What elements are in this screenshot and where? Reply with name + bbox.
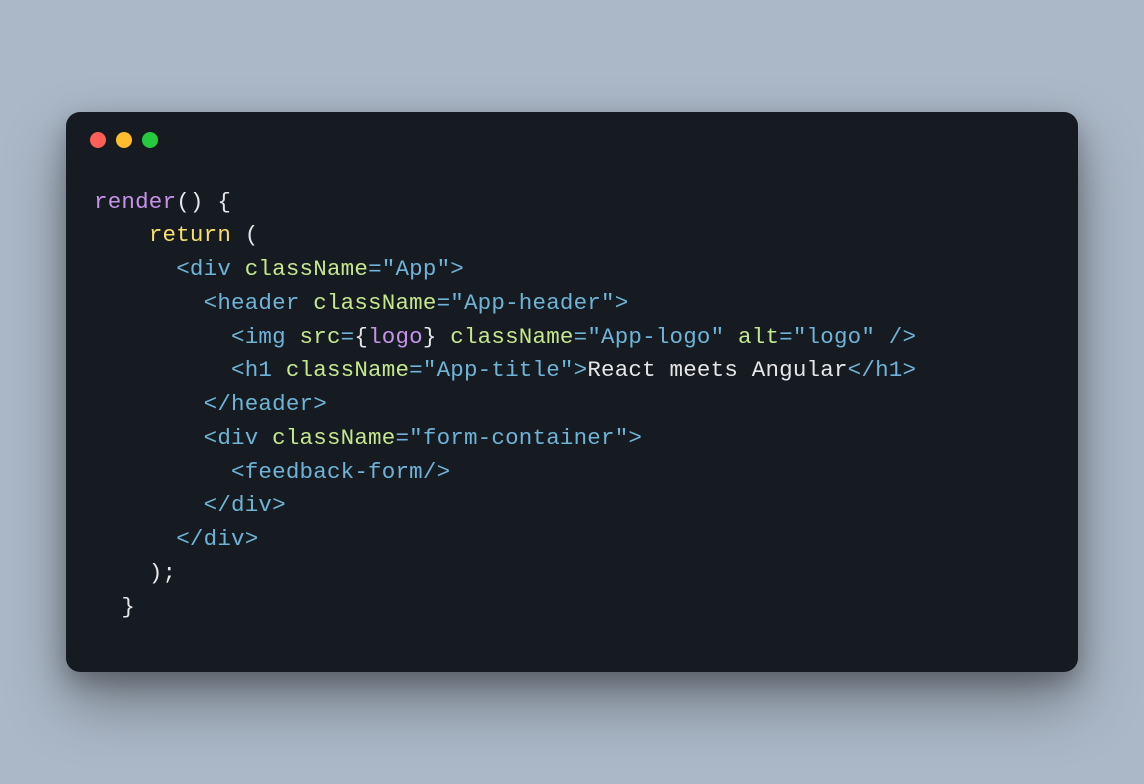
editor-window: render() { return ( <div className="App"… xyxy=(66,112,1078,673)
token-tag-img: img xyxy=(245,324,286,350)
token-lt: < xyxy=(231,324,245,350)
token-tag-feedback-form: feedback-form xyxy=(245,459,423,485)
token-tag-div: div xyxy=(217,425,258,451)
code-block: render() { return ( <div className="App"… xyxy=(66,158,1078,673)
token-brace-open: { xyxy=(354,324,368,350)
minimize-icon[interactable] xyxy=(116,132,132,148)
token-str-App: "App" xyxy=(382,256,451,282)
token-eq: = xyxy=(395,425,409,451)
token-str-form-container: "form-container" xyxy=(409,425,628,451)
token-paren-open: ( xyxy=(176,189,190,215)
token-return: return xyxy=(149,222,231,248)
token-lt: < xyxy=(231,357,245,383)
token-eq: = xyxy=(409,357,423,383)
token-gt: > xyxy=(574,357,588,383)
page-background: render() { return ( <div className="App"… xyxy=(0,0,1144,784)
token-gt: > xyxy=(902,357,916,383)
zoom-icon[interactable] xyxy=(142,132,158,148)
token-gt: > xyxy=(628,425,642,451)
token-lt: < xyxy=(176,256,190,282)
token-attr-alt: alt xyxy=(738,324,779,350)
token-text-h1: React meets Angular xyxy=(587,357,847,383)
token-attr-className: className xyxy=(272,425,395,451)
token-eq: = xyxy=(574,324,588,350)
token-space xyxy=(204,189,218,215)
token-gt: > xyxy=(272,492,286,518)
token-lt-slash: </ xyxy=(176,526,203,552)
token-str-logo: "logo" xyxy=(793,324,875,350)
token-paren-open: ( xyxy=(245,222,259,248)
token-lt-slash: </ xyxy=(204,391,231,417)
token-tag-h1: h1 xyxy=(875,357,902,383)
token-eq: = xyxy=(779,324,793,350)
token-paren-close: ) xyxy=(190,189,204,215)
token-eq: = xyxy=(368,256,382,282)
token-brace-open: { xyxy=(217,189,231,215)
token-lt: < xyxy=(204,290,218,316)
token-brace-close: } xyxy=(423,324,437,350)
close-icon[interactable] xyxy=(90,132,106,148)
token-gt: > xyxy=(450,256,464,282)
token-brace-close: } xyxy=(121,594,135,620)
token-attr-className: className xyxy=(245,256,368,282)
token-lt-slash: </ xyxy=(204,492,231,518)
token-tag-h1: h1 xyxy=(245,357,272,383)
token-tag-header: header xyxy=(217,290,299,316)
token-attr-className: className xyxy=(286,357,409,383)
token-str-App-logo: "App-logo" xyxy=(587,324,724,350)
token-gt: > xyxy=(245,526,259,552)
token-tag-div: div xyxy=(190,256,231,282)
token-lt: < xyxy=(231,459,245,485)
token-gt: > xyxy=(313,391,327,417)
token-eq: = xyxy=(341,324,355,350)
token-paren-close: ) xyxy=(149,560,163,586)
token-eq: = xyxy=(437,290,451,316)
token-tag-div: div xyxy=(231,492,272,518)
token-gt: > xyxy=(615,290,629,316)
token-str-App-header: "App-header" xyxy=(450,290,614,316)
token-self-close: /> xyxy=(889,324,916,350)
token-tag-div: div xyxy=(204,526,245,552)
token-semi: ; xyxy=(163,560,177,586)
token-lt-slash: </ xyxy=(848,357,875,383)
token-attr-className: className xyxy=(450,324,573,350)
token-lt: < xyxy=(204,425,218,451)
token-attr-className: className xyxy=(313,290,436,316)
token-fn-name: render xyxy=(94,189,176,215)
token-expr-logo: logo xyxy=(368,324,423,350)
token-tag-header: header xyxy=(231,391,313,417)
token-attr-src: src xyxy=(300,324,341,350)
token-str-App-title: "App-title" xyxy=(423,357,574,383)
token-self-close: /> xyxy=(423,459,450,485)
window-title-bar xyxy=(66,112,1078,158)
token-space xyxy=(231,222,245,248)
